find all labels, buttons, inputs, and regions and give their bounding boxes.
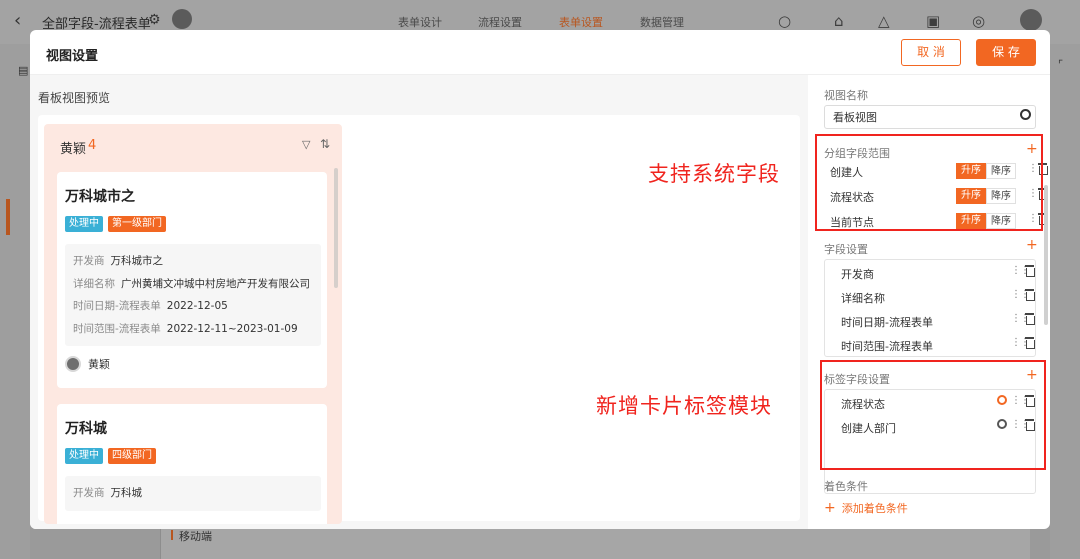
app-sidebar: ▤: [0, 44, 30, 559]
sort-icon[interactable]: ⇅: [320, 137, 330, 151]
modal-header: 视图设置 取 消 保 存: [30, 30, 1050, 75]
sidebar-active-marker: [6, 199, 10, 235]
trash-icon[interactable]: [1025, 289, 1035, 301]
chevron-left-icon[interactable]: ‹: [14, 10, 21, 31]
trash-icon[interactable]: [1025, 313, 1035, 325]
view-settings-modal: 视图设置 取 消 保 存 看板视图预览 黄颖 4 ▽ ⇅ 万科城市之 处理中 第…: [30, 30, 1050, 529]
card-field: 时间日期-流程表单 2022-12-05: [73, 300, 228, 312]
owner-name: 黄颖: [88, 358, 110, 371]
card-tags: 处理中 四级部门: [65, 448, 156, 464]
download-icon[interactable]: ▣: [926, 12, 940, 30]
card-field: 开发商 万科城市之: [73, 255, 163, 267]
list-item: 时间日期-流程表单 ⋮⋮: [825, 309, 1037, 333]
mobile-tab[interactable]: 移动端: [171, 528, 212, 544]
view-name-input[interactable]: [824, 105, 1036, 129]
user-avatar[interactable]: [1020, 9, 1042, 31]
color-conditions-label: 着色条件: [824, 480, 868, 493]
department-tag: 四级部门: [108, 448, 156, 464]
status-tag: 处理中: [65, 216, 103, 232]
globe-icon[interactable]: [1020, 109, 1031, 120]
column-count: 4: [88, 138, 97, 153]
search-icon[interactable]: ○: [778, 12, 791, 30]
save-button[interactable]: 保 存: [976, 39, 1036, 66]
list-item: 开发商 ⋮⋮: [825, 261, 1037, 285]
annotation-card-tags: 新增卡片标签模块: [596, 394, 772, 418]
field-label: 时间范围-流程表单: [841, 340, 933, 353]
card-owner: 黄颖: [65, 356, 110, 372]
menu-icon[interactable]: ▤: [18, 64, 28, 77]
column-scrollbar[interactable]: [334, 168, 338, 288]
tab-form-design[interactable]: 表单设计: [398, 14, 442, 30]
card-fields: 开发商 万科城: [65, 476, 321, 511]
settings-scrollbar[interactable]: [1044, 185, 1048, 325]
cancel-button[interactable]: 取 消: [901, 39, 961, 66]
plus-icon: +: [824, 500, 836, 516]
app-right-rail: ⌜: [1050, 44, 1080, 559]
trash-icon[interactable]: [1025, 265, 1035, 277]
column-title: 黄颖: [60, 142, 87, 157]
filter-icon[interactable]: ▽: [302, 138, 310, 151]
card-field: 开发商 万科城: [73, 487, 142, 499]
kanban-card[interactable]: 万科城 处理中 四级部门 开发商 万科城: [57, 404, 327, 524]
status-tag: 处理中: [65, 448, 103, 464]
field-settings-list: 开发商 ⋮⋮ 详细名称 ⋮⋮ 时间日期-流程表单 ⋮⋮ 时间范围-流程表单 ⋮⋮: [824, 259, 1036, 357]
annotation-system-fields: 支持系统字段: [648, 162, 780, 186]
list-item: 时间范围-流程表单 ⋮⋮: [825, 333, 1037, 357]
shirt-icon[interactable]: △: [878, 12, 890, 30]
gear-icon[interactable]: ⚙: [148, 12, 161, 28]
home-icon[interactable]: ⌂: [834, 12, 844, 30]
kanban-column: 黄颖 4 ▽ ⇅ 万科城市之 处理中 第一级部门 开发商 万科城市之 详细名称 广州…: [44, 124, 342, 524]
tab-form-settings[interactable]: 表单设置: [559, 14, 603, 41]
kanban-preview: 看板视图预览 黄颖 4 ▽ ⇅ 万科城市之 处理中 第一级部门 开发商 万科城市之…: [30, 75, 808, 529]
settings-icon[interactable]: ◎: [972, 12, 985, 30]
app-bottom-bar: 移动端: [160, 528, 1030, 559]
add-field-button[interactable]: +: [1026, 238, 1038, 252]
add-color-condition-button[interactable]: + 添加着色条件: [824, 500, 908, 516]
trash-icon[interactable]: [1025, 337, 1035, 349]
view-name-label: 视图名称: [824, 89, 868, 102]
tab-data-management[interactable]: 数据管理: [640, 14, 684, 30]
department-tag: 第一级部门: [108, 216, 166, 232]
card-field: 详细名称 广州黄埔文冲城中村房地产开发有限公司: [73, 277, 310, 290]
card-fields: 开发商 万科城市之 详细名称 广州黄埔文冲城中村房地产开发有限公司 时间日期-流程表…: [65, 244, 321, 346]
tab-flow-settings[interactable]: 流程设置: [478, 14, 522, 30]
field-label: 开发商: [841, 268, 874, 281]
annotation-box-tag-module: [820, 360, 1046, 470]
field-label: 详细名称: [841, 292, 885, 305]
card-title: 万科城: [65, 421, 107, 437]
modal-title: 视图设置: [46, 49, 99, 64]
card-title: 万科城市之: [65, 189, 135, 205]
field-label: 时间日期-流程表单: [841, 316, 933, 329]
preview-title: 看板视图预览: [38, 91, 111, 105]
card-tags: 处理中 第一级部门: [65, 216, 166, 232]
field-settings-label: 字段设置: [824, 243, 868, 256]
kanban-card[interactable]: 万科城市之 处理中 第一级部门 开发商 万科城市之 详细名称 广州黄埔文冲城中村房地…: [57, 172, 327, 388]
avatar[interactable]: [172, 9, 192, 29]
avatar: [65, 356, 81, 372]
panel-icon[interactable]: ⌜: [1058, 58, 1063, 71]
list-item: 详细名称 ⋮⋮: [825, 285, 1037, 309]
card-field: 时间范围-流程表单 2022-12-11~2023-01-09: [73, 322, 298, 335]
annotation-box-system-fields: [815, 134, 1043, 231]
